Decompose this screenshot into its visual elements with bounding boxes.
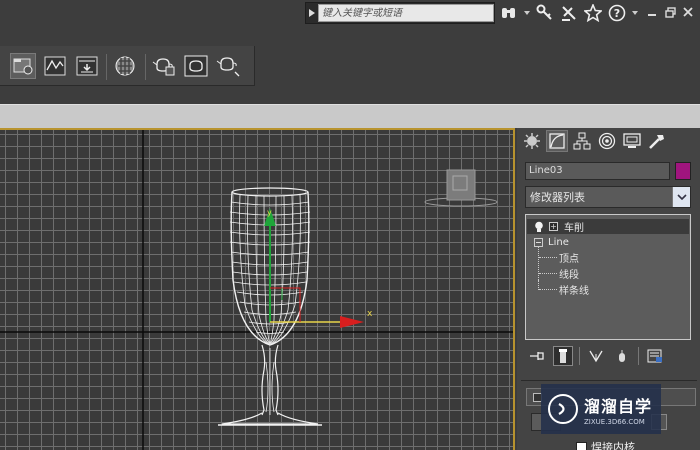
stack-item-label: 车削 (564, 223, 584, 234)
sub-object-spline[interactable]: 样条线 (559, 282, 589, 297)
stack-item-label: Line (548, 237, 569, 248)
modify-tab-icon[interactable] (546, 130, 568, 152)
perspective-viewport[interactable]: y x (0, 128, 515, 450)
lightbulb-icon[interactable] (533, 221, 545, 233)
watermark-title: 溜溜自学 (584, 396, 653, 416)
display-tab-icon[interactable] (621, 130, 643, 152)
close-icon[interactable] (682, 6, 694, 18)
motion-tab-icon[interactable] (596, 130, 618, 152)
infocenter-toolbar: ? (500, 3, 638, 23)
modifier-list-dropdown[interactable]: 修改器列表 (525, 186, 691, 208)
axis-y-label: y (267, 208, 272, 217)
weld-core-label: 焊接内核 (591, 441, 635, 450)
chevron-down-icon[interactable] (632, 4, 638, 22)
window-controls (646, 6, 694, 18)
watermark-badge: 溜溜自学 ZIXUE.3D66.COM (541, 384, 661, 434)
stack-item-label: 线段 (559, 270, 579, 281)
modifier-list-label: 修改器列表 (530, 191, 585, 204)
app-window: ? (0, 0, 700, 450)
remove-modifier-icon[interactable] (612, 346, 632, 366)
watermark-subtitle: ZIXUE.3D66.COM (584, 417, 645, 426)
weld-core-checkbox[interactable] (576, 441, 587, 450)
pin-stack-icon[interactable] (527, 346, 547, 366)
weld-core-option[interactable]: 焊接内核 (576, 439, 635, 450)
play-logo-icon (548, 394, 578, 424)
satellite-icon[interactable] (560, 4, 578, 22)
command-panel-tabs (521, 130, 668, 152)
object-name-field[interactable]: Line03 (525, 162, 670, 180)
binoculars-icon[interactable] (500, 4, 518, 22)
stack-item-line[interactable]: Line (526, 235, 569, 250)
render-setup-icon[interactable] (74, 53, 100, 79)
hierarchy-tab-icon[interactable] (571, 130, 593, 152)
material-editor-icon[interactable] (112, 53, 138, 79)
main-toolbar (0, 46, 255, 86)
restore-icon[interactable] (664, 6, 676, 18)
teapot-render-icon[interactable] (151, 53, 177, 79)
stack-toolbar (527, 346, 665, 366)
search-expand-icon[interactable] (306, 3, 318, 23)
chevron-down-icon[interactable] (672, 187, 690, 207)
help-icon[interactable]: ? (608, 4, 626, 22)
infocenter-search (305, 2, 495, 24)
stack-item-label: 顶点 (559, 254, 579, 265)
expand-icon[interactable]: + (549, 222, 558, 231)
make-unique-icon[interactable] (586, 346, 606, 366)
ribbon-strip (0, 104, 700, 128)
sub-object-vertex[interactable]: 顶点 (559, 250, 579, 265)
create-tab-icon[interactable] (521, 130, 543, 152)
move-gizmo[interactable]: y x (264, 208, 373, 328)
object-color-swatch[interactable] (675, 162, 691, 180)
chevron-down-icon[interactable] (524, 4, 530, 22)
axis-x-label: x (367, 309, 373, 319)
minimize-icon[interactable] (646, 6, 658, 18)
utilities-tab-icon[interactable] (646, 130, 668, 152)
key-icon[interactable] (536, 4, 554, 22)
star-icon[interactable] (584, 4, 602, 22)
stack-item-label: 样条线 (559, 286, 589, 297)
svg-text:?: ? (614, 7, 620, 20)
sub-object-segment[interactable]: 线段 (559, 266, 579, 281)
modifier-stack: + 车削 Line 顶点 线段 样条线 (525, 214, 691, 340)
curve-editor-icon[interactable] (42, 53, 68, 79)
stack-item-lathe[interactable]: + 车削 (527, 219, 689, 234)
teapot-quick-render-icon[interactable] (215, 53, 241, 79)
folder-icon[interactable] (10, 53, 36, 79)
show-end-result-icon[interactable] (553, 346, 573, 366)
search-input[interactable] (318, 4, 494, 22)
configure-modifier-sets-icon[interactable] (645, 346, 665, 366)
viewcube[interactable] (424, 169, 498, 207)
teapot-frame-icon[interactable] (183, 53, 209, 79)
